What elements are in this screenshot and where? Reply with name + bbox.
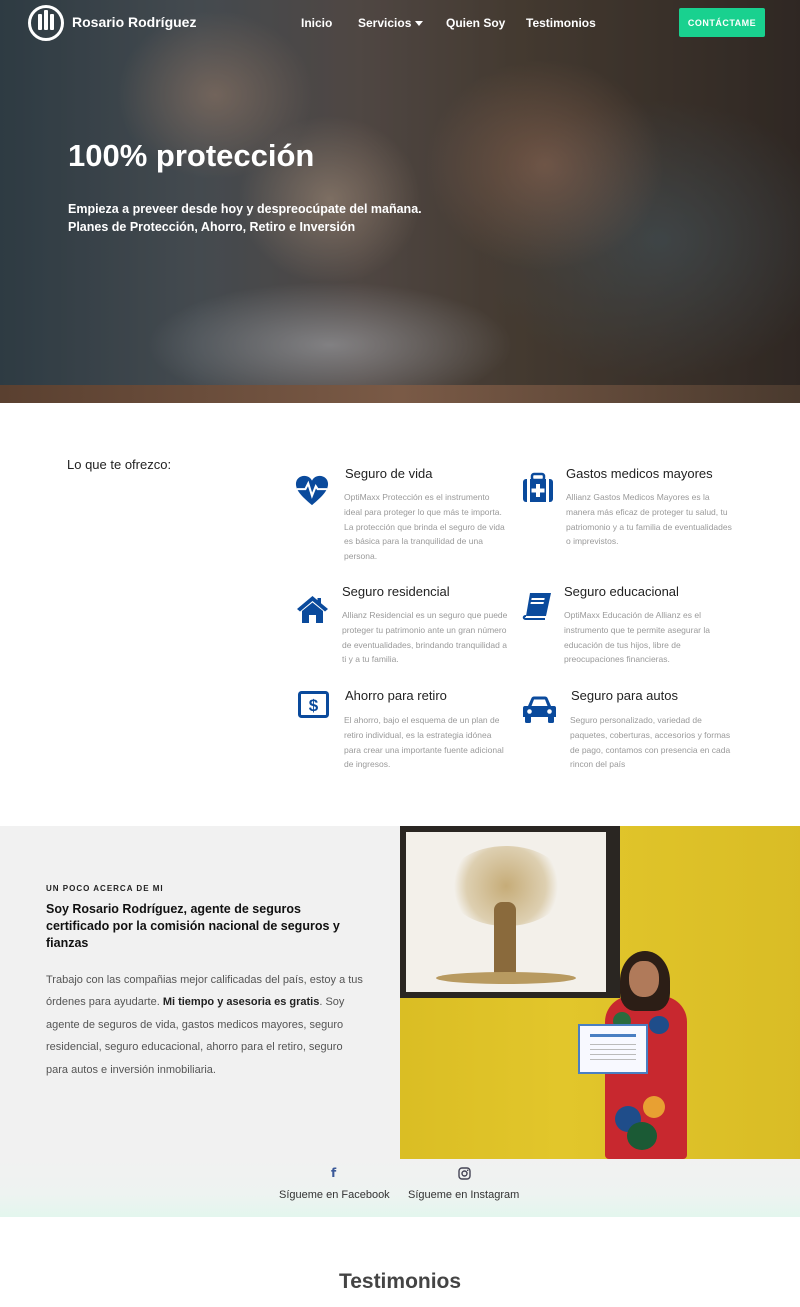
instagram-link[interactable]: Sígueme en Instagram [408, 1189, 519, 1201]
instagram-icon[interactable] [458, 1167, 471, 1180]
book-icon [522, 593, 551, 620]
chevron-down-icon [415, 21, 424, 27]
service-description: OptiMaxx Protección es el instrumento id… [344, 492, 505, 562]
about-body-highlight: Mi tiempo y asesoria es gratis [162, 996, 320, 1009]
svg-text:$: $ [309, 696, 319, 715]
money-icon: $ [298, 691, 329, 718]
medkit-icon [523, 472, 553, 502]
service-title: Ahorro para retiro [345, 688, 447, 703]
facebook-link[interactable]: Sígueme en Facebook [279, 1189, 390, 1201]
nav-item-quien-soy[interactable]: Quien Soy [446, 16, 505, 30]
contact-button[interactable]: CONTÁCTAME [679, 8, 765, 37]
services-label: Lo que te ofrezco: [67, 457, 172, 472]
service-description: Seguro personalizado, variedad de paquet… [570, 715, 731, 770]
hero-title: 100% protección [68, 138, 315, 173]
service-title: Seguro para autos [571, 688, 678, 703]
facebook-icon[interactable]: f [331, 1166, 336, 1180]
about-body: Trabajo con las compañias mejor califica… [46, 969, 366, 1081]
brand-name[interactable]: Rosario Rodríguez [72, 14, 196, 30]
nav-item-testimonios[interactable]: Testimonios [526, 16, 596, 30]
service-title: Gastos medicos mayores [566, 466, 713, 481]
service-title: Seguro educacional [564, 584, 679, 599]
nav-item-inicio[interactable]: Inicio [301, 16, 332, 30]
testimonials-title: Testimonios [338, 1270, 462, 1293]
hero-subtitle-line-2: Planes de Protección, Ahorro, Retiro e I… [68, 220, 356, 234]
service-title: Seguro de vida [345, 466, 433, 481]
certificate [578, 1024, 648, 1074]
person-figure [605, 996, 687, 1159]
top-nav: Rosario Rodríguez Inicio Servicios Quien… [0, 0, 800, 45]
hero-photo-edge [0, 385, 800, 403]
nav-item-servicios[interactable]: Servicios [358, 16, 424, 30]
service-description: Allianz Residencial es un seguro que pue… [342, 610, 508, 665]
social-strip: f Sígueme en Facebook Sígueme en Instagr… [0, 1159, 800, 1217]
hero-subtitle-line-1: Empieza a preveer desde hoy y despreocúp… [68, 202, 422, 216]
about-photo [400, 826, 800, 1159]
home-icon [297, 596, 328, 623]
heartbeat-icon [295, 475, 329, 506]
car-icon [523, 696, 556, 723]
logo-icon[interactable] [28, 5, 64, 41]
hero-subtitle: Empieza a preveer desde hoy y despreocúp… [68, 200, 422, 236]
about-title: Soy Rosario Rodríguez, agente de seguros… [46, 902, 340, 950]
service-title: Seguro residencial [342, 584, 450, 599]
tree-painting [400, 826, 620, 998]
nav-item-servicios-label: Servicios [358, 16, 412, 30]
service-description: El ahorro, bajo el esquema de un plan de… [344, 715, 504, 770]
about-kicker: UN POCO ACERCA DE MI [46, 884, 164, 893]
service-description: Allianz Gastos Medicos Mayores es la man… [566, 492, 732, 547]
service-description: OptiMaxx Educación de Allianz es el inst… [564, 610, 710, 665]
